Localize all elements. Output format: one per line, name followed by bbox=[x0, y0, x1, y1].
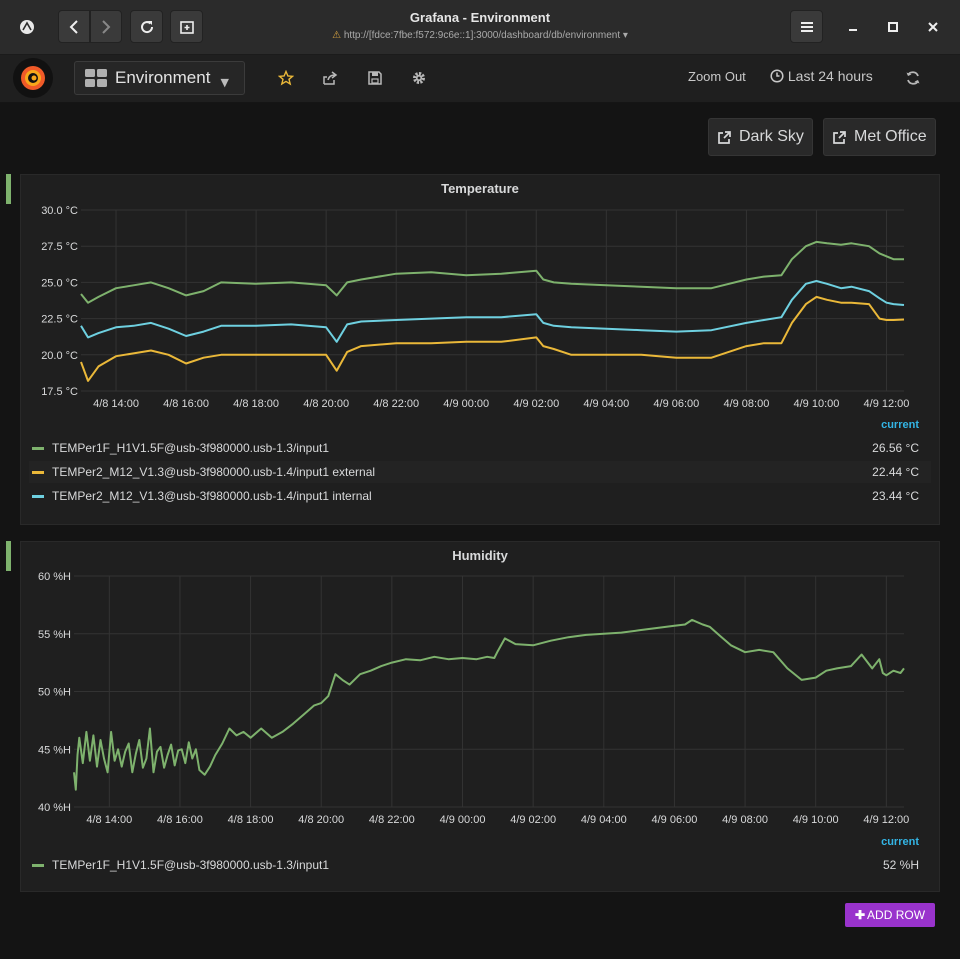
series-line[interactable] bbox=[80, 240, 904, 304]
menu-button[interactable] bbox=[790, 10, 823, 43]
add-row-button[interactable]: ✚ ADD ROW bbox=[845, 903, 935, 927]
x-tick-label: 4/9 06:00 bbox=[651, 814, 697, 826]
series-color-swatch[interactable] bbox=[32, 494, 44, 498]
humidity-chart[interactable]: 60 %H 55 %H 50 %H 45 %H 40 %H 4/8 14:00 4/8 16… bbox=[21, 542, 939, 838]
y-tick-label: 22.5 °C bbox=[41, 314, 78, 326]
temperature-panel: Temperature 30.0 °C 27.5 °C 25.0 °C 22.5 °C… bbox=[20, 174, 940, 525]
temperature-chart[interactable]: 30.0 °C 27.5 °C 25.0 °C 22.5 °C 20.0 °C 17.5 … bbox=[21, 175, 939, 415]
x-tick-label: 4/8 20:00 bbox=[303, 398, 349, 410]
dashboard-picker[interactable]: Environment ▼ bbox=[74, 61, 245, 95]
legend-item[interactable]: TEMPer1F_H1V1.5F@usb-3f980000.usb-1.3/in… bbox=[29, 437, 931, 459]
x-tick-label: 4/8 16:00 bbox=[157, 814, 203, 826]
series-current-value: 22.44 °C bbox=[872, 465, 919, 479]
grafana-navbar: Environment ▼ Zoom Out Last 24 hours bbox=[0, 55, 960, 103]
time-picker[interactable]: Last 24 hours bbox=[770, 68, 873, 84]
series-name: TEMPer2_M12_V1.3@usb-3f980000.usb-1.4/in… bbox=[52, 465, 376, 479]
x-tick-label: 4/8 18:00 bbox=[228, 814, 274, 826]
dashboard-title: Environment bbox=[115, 68, 211, 87]
series-current-value: 52 %H bbox=[882, 858, 919, 872]
y-tick-label: 40 %H bbox=[38, 802, 71, 814]
minimize-button[interactable] bbox=[842, 16, 864, 38]
zoom-out-button[interactable]: Zoom Out bbox=[688, 69, 746, 84]
y-tick-label: 60 %H bbox=[38, 571, 71, 583]
close-button[interactable] bbox=[922, 16, 944, 38]
series-color-swatch[interactable] bbox=[32, 446, 44, 450]
caret-down-icon: ▼ bbox=[220, 75, 229, 89]
x-tick-label: 4/9 06:00 bbox=[653, 398, 699, 410]
y-tick-label: 17.5 °C bbox=[41, 386, 78, 398]
x-tick-label: 4/9 00:00 bbox=[443, 398, 489, 410]
external-link-icon bbox=[833, 130, 846, 144]
dark-sky-link[interactable]: Dark Sky bbox=[708, 118, 813, 156]
y-tick-label: 30.0 °C bbox=[41, 205, 78, 217]
share-icon[interactable] bbox=[320, 68, 340, 88]
y-tick-label: 45 %H bbox=[38, 744, 71, 756]
x-tick-label: 4/8 14:00 bbox=[93, 398, 139, 410]
window-titlebar: Grafana - Environment ⚠ http://[fdce:7fb… bbox=[0, 0, 960, 55]
x-tick-label: 4/8 22:00 bbox=[369, 814, 415, 826]
url-text: http://[fdce:7fbe:f572:9c6e::1]:3000/das… bbox=[343, 30, 621, 41]
clock-icon bbox=[770, 69, 784, 83]
x-tick-label: 4/8 22:00 bbox=[373, 398, 419, 410]
series-line[interactable] bbox=[73, 618, 905, 791]
legend-item[interactable]: TEMPer2_M12_V1.3@usb-3f980000.usb-1.4/in… bbox=[29, 485, 931, 507]
x-tick-label: 4/9 02:00 bbox=[510, 814, 556, 826]
y-tick-label: 25.0 °C bbox=[41, 277, 78, 289]
lock-icon: ⚠ bbox=[332, 30, 342, 41]
x-tick-label: 4/9 10:00 bbox=[793, 814, 839, 826]
dashboard-grid-icon bbox=[85, 69, 107, 87]
x-tick-label: 4/9 10:00 bbox=[794, 398, 840, 410]
maximize-button[interactable] bbox=[882, 16, 904, 38]
y-tick-label: 20.0 °C bbox=[41, 350, 78, 362]
series-name: TEMPer1F_H1V1.5F@usb-3f980000.usb-1.3/in… bbox=[52, 441, 330, 455]
dark-sky-label: Dark Sky bbox=[739, 128, 804, 145]
legend-item[interactable]: TEMPer1F_H1V1.5F@usb-3f980000.usb-1.3/in… bbox=[29, 854, 931, 876]
x-tick-label: 4/9 04:00 bbox=[583, 398, 629, 410]
x-tick-label: 4/9 00:00 bbox=[440, 814, 486, 826]
series-name: TEMPer2_M12_V1.3@usb-3f980000.usb-1.4/in… bbox=[52, 489, 372, 503]
humidity-panel: Humidity 60 %H 55 %H 50 %H 45 %H 40 %H 4/8 14… bbox=[20, 541, 940, 892]
x-tick-label: 4/9 08:00 bbox=[722, 814, 768, 826]
series-current-value: 23.44 °C bbox=[872, 489, 919, 503]
star-icon[interactable] bbox=[276, 68, 296, 88]
series-color-swatch[interactable] bbox=[32, 470, 44, 474]
row-collapse-handle[interactable] bbox=[6, 541, 11, 571]
legend-current-header[interactable]: current bbox=[881, 836, 919, 848]
time-range-label: Last 24 hours bbox=[787, 68, 873, 84]
legend-item[interactable]: TEMPer2_M12_V1.3@usb-3f980000.usb-1.4/in… bbox=[29, 461, 931, 483]
y-tick-label: 50 %H bbox=[38, 687, 71, 699]
x-tick-label: 4/8 16:00 bbox=[163, 398, 209, 410]
x-tick-label: 4/9 12:00 bbox=[863, 814, 909, 826]
x-tick-label: 4/9 12:00 bbox=[864, 398, 910, 410]
legend-current-header[interactable]: current bbox=[881, 419, 919, 431]
x-tick-label: 4/8 18:00 bbox=[233, 398, 279, 410]
series-line[interactable] bbox=[80, 295, 905, 382]
y-tick-label: 27.5 °C bbox=[41, 241, 78, 253]
series-name: TEMPer1F_H1V1.5F@usb-3f980000.usb-1.3/in… bbox=[52, 858, 330, 872]
gear-icon[interactable] bbox=[409, 68, 429, 88]
x-tick-label: 4/9 08:00 bbox=[723, 398, 769, 410]
plus-icon: ✚ bbox=[854, 908, 866, 922]
external-link-icon bbox=[718, 130, 731, 144]
met-office-link[interactable]: Met Office bbox=[823, 118, 936, 156]
refresh-icon[interactable] bbox=[903, 68, 923, 88]
url-dropdown-icon[interactable]: ▾ bbox=[623, 30, 628, 41]
save-icon[interactable] bbox=[365, 68, 385, 88]
x-tick-label: 4/8 20:00 bbox=[298, 814, 344, 826]
x-tick-label: 4/8 14:00 bbox=[86, 814, 132, 826]
grafana-logo[interactable] bbox=[13, 58, 53, 98]
row-collapse-handle[interactable] bbox=[6, 174, 11, 204]
met-office-label: Met Office bbox=[854, 128, 927, 145]
series-current-value: 26.56 °C bbox=[872, 441, 919, 455]
add-row-label: ADD ROW bbox=[867, 908, 926, 922]
x-tick-label: 4/9 02:00 bbox=[513, 398, 559, 410]
y-tick-label: 55 %H bbox=[38, 629, 71, 641]
series-color-swatch[interactable] bbox=[32, 863, 44, 867]
x-tick-label: 4/9 04:00 bbox=[581, 814, 627, 826]
